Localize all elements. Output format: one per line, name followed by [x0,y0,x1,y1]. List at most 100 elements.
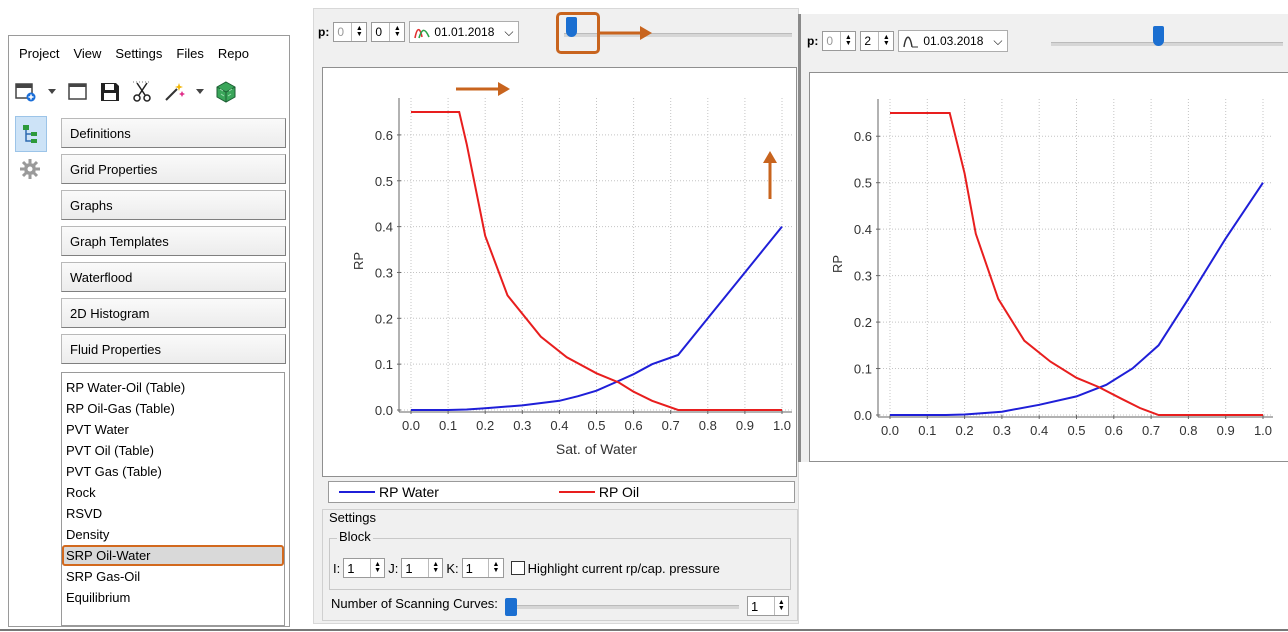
menu-settings[interactable]: Settings [115,46,162,61]
time-spinbox[interactable]: 0 ▲ ▼ [371,22,406,42]
block-title: Block [337,529,373,544]
category-fluid-properties[interactable]: Fluid Properties [61,334,286,364]
list-item-selected[interactable]: SRP Oil-Water [62,545,284,566]
x-tick-label: 0.8 [699,418,717,433]
category-graph-templates[interactable]: Graph Templates [61,226,286,256]
date-combo[interactable]: 01.03.2018 ⌵ [898,30,1008,52]
spin-arrows-icon[interactable]: ▲ ▼ [351,23,366,41]
dropdown-arrow-icon[interactable] [47,81,57,103]
spin-arrows-icon[interactable]: ▲ ▼ [428,559,442,577]
y-tick-label: 0.6 [854,129,872,144]
time-spinbox[interactable]: 2 ▲ ▼ [860,31,895,51]
settings-tab[interactable] [15,152,45,186]
x-tick-label: 0.2 [476,418,494,433]
spin-arrows-icon[interactable]: ▲ ▼ [389,23,404,41]
tree-icon [23,125,37,143]
list-item[interactable]: Density [62,524,284,545]
date-value: 01.03.2018 [923,34,984,48]
list-item[interactable]: RP Oil-Gas (Table) [62,398,284,419]
window-icon[interactable] [67,81,89,103]
list-item[interactable]: PVT Water [62,419,284,440]
scanning-label: Number of Scanning Curves: [331,596,498,611]
spin-arrows-icon[interactable]: ▲ ▼ [840,32,855,50]
legend-oil-swatch [558,491,595,493]
highlight-label: Highlight current rp/cap. pressure [527,560,720,576]
list-item[interactable]: RP Water-Oil (Table) [62,377,284,398]
highlight-frame [556,12,600,54]
settings-title: Settings [329,510,376,525]
menu-files[interactable]: Files [176,46,203,61]
step-label: p: [318,25,330,39]
step-spinbox[interactable]: 0 ▲ ▼ [333,22,368,42]
magic-wand-icon[interactable] [163,81,185,103]
y-tick-label: 0.0 [375,403,393,418]
category-definitions[interactable]: Definitions [61,118,286,148]
slider-track [1051,42,1283,46]
spin-arrows-icon[interactable]: ▲ ▼ [488,559,502,577]
x-axis-label: Sat. of Water [556,441,638,457]
highlight-checkbox[interactable] [510,561,525,575]
y-tick-label: 0.4 [375,220,393,235]
date-value: 01.01.2018 [434,25,495,39]
list-item[interactable]: SRP Gas-Oil [62,566,284,587]
slider-thumb[interactable] [1153,26,1164,46]
cube-icon[interactable] [215,81,237,103]
category-2d-histogram[interactable]: 2D Histogram [61,298,286,328]
list-item[interactable]: Rock [62,482,284,503]
category-grid-properties[interactable]: Grid Properties [61,154,286,184]
legend-water-label: RP Water [379,484,439,500]
category-waterflood[interactable]: Waterflood [61,262,286,292]
scanning-slider-thumb[interactable] [505,598,517,616]
x-tick-label: 0.9 [1217,423,1235,438]
y-tick-label: 0.1 [375,357,393,372]
fluid-properties-list: RP Water-Oil (Table) RP Oil-Gas (Table) … [61,372,285,626]
tree-tab[interactable] [15,116,47,152]
new-window-icon[interactable] [15,81,37,103]
spin-arrows-icon[interactable]: ▲ ▼ [369,559,384,577]
y-tick-label: 0.0 [854,408,872,423]
spin-arrows-icon[interactable]: ▲ ▼ [878,32,893,50]
category-buttons: Definitions Grid Properties Graphs Graph… [61,118,286,370]
step-spinbox[interactable]: 0 ▲ ▼ [822,31,857,51]
list-item[interactable]: PVT Gas (Table) [62,461,284,482]
spin-arrows-icon[interactable]: ▲ ▼ [773,597,788,615]
list-item[interactable]: RSVD [62,503,284,524]
x-tick-label: 0.2 [956,423,974,438]
time-slider[interactable] [1051,22,1285,52]
scanning-slider[interactable] [505,598,739,616]
bottom-divider [0,629,1288,631]
menu-project[interactable]: Project [19,46,59,61]
i-spinbox[interactable]: 1 ▲ ▼ [343,558,386,578]
dropdown-arrow-icon[interactable] [195,81,205,103]
curves-icon [414,28,431,39]
k-spinbox[interactable]: 1 ▲ ▼ [461,558,504,578]
right-graph-controls: p: 0 ▲ ▼ 2 ▲ ▼ 01.03.2018 ⌵ [807,30,1008,52]
date-combo[interactable]: 01.01.2018 ⌵ [409,21,519,43]
left-graph-controls: p: 0 ▲ ▼ 0 ▲ ▼ 01.01.2018 ⌵ [318,21,519,43]
arrow-up-icon [763,151,777,199]
menu-view[interactable]: View [73,46,101,61]
cut-icon[interactable] [131,81,153,103]
save-icon[interactable] [99,81,121,103]
time-slider[interactable] [554,12,794,54]
i-label: I: [333,560,341,576]
scanning-spinbox[interactable]: 1 ▲ ▼ [747,596,789,616]
chevron-down-icon: ⌵ [504,24,514,39]
y-tick-label: 0.2 [854,315,872,330]
y-tick-label: 0.3 [854,269,872,284]
x-tick-label: 0.0 [402,418,420,433]
j-label: J: [388,560,399,576]
j-spinbox[interactable]: 1 ▲ ▼ [401,558,444,578]
x-tick-label: 0.6 [1105,423,1123,438]
list-item[interactable]: PVT Oil (Table) [62,440,284,461]
x-tick-label: 0.6 [625,418,643,433]
list-item[interactable]: Equilibrium [62,587,284,608]
app-panel: Project View Settings Files Repo Definit… [8,35,290,627]
menu-repo[interactable]: Repo [218,46,249,61]
menu-bar: Project View Settings Files Repo [9,36,289,70]
arrow-right-icon [598,26,652,40]
x-tick-label: 0.3 [993,423,1011,438]
x-tick-label: 1.0 [773,418,791,433]
gear-icon [20,159,40,179]
category-graphs[interactable]: Graphs [61,190,286,220]
